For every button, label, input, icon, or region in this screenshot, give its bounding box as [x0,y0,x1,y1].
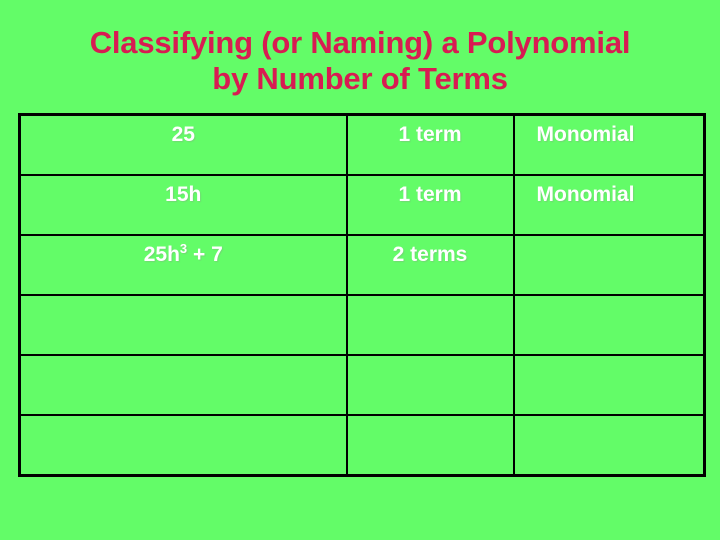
term-count-value: 1 term [398,183,462,206]
term-count-value: 1 term [398,123,462,146]
page-title: Classifying (or Naming) a Polynomial by … [0,25,720,97]
cell-classification[interactable] [512,294,706,356]
cell-polynomial[interactable] [18,354,348,416]
table-row: 25 1 term Monomial [18,113,706,176]
cell-term-count[interactable] [345,414,515,477]
table-row: 15h 1 term Monomial [18,174,706,236]
cell-term-count[interactable]: 2 terms [345,234,515,296]
classification-value [515,236,704,268]
term-count-value [348,356,513,388]
classification-value [515,296,704,328]
polynomial-value: 15h [165,183,202,206]
table-row [18,354,706,416]
title-line-1: Classifying (or Naming) a Polynomial [89,25,631,60]
term-count-value [348,416,513,448]
polynomial-value [21,356,346,388]
cell-polynomial[interactable] [18,294,348,356]
classification-value [515,416,704,448]
cell-polynomial[interactable]: 15h [18,174,348,236]
cell-classification[interactable] [512,354,706,416]
cell-term-count[interactable] [345,294,515,356]
polynomial-value: 25h3 + 7 [143,241,223,266]
term-count-value [348,296,513,328]
cell-term-count[interactable]: 1 term [345,174,515,236]
cell-polynomial[interactable] [18,414,348,477]
cell-term-count[interactable]: 1 term [345,113,515,176]
cell-term-count[interactable] [345,354,515,416]
cell-classification[interactable]: Monomial [512,174,706,236]
polynomial-value [21,296,346,328]
cell-polynomial[interactable]: 25 [18,113,348,176]
title-line-2: by Number of Terms [212,61,508,96]
classification-value [515,356,704,388]
term-count-value: 2 terms [392,243,468,266]
classification-value: Monomial [536,183,635,206]
polynomial-value: 25 [171,123,195,146]
cell-classification[interactable] [512,414,706,477]
classification-value: Monomial [536,123,635,146]
table-row [18,414,706,477]
polynomial-value [21,416,346,448]
table-row [18,294,706,356]
slide-canvas: Classifying (or Naming) a Polynomial by … [0,0,720,540]
cell-classification[interactable]: Monomial [512,113,706,176]
classification-table: 25 1 term Monomial 15h 1 term Monomial 2… [18,113,706,477]
cell-polynomial[interactable]: 25h3 + 7 [18,234,348,296]
table-row: 25h3 + 7 2 terms [18,234,706,296]
cell-classification[interactable] [512,234,706,296]
